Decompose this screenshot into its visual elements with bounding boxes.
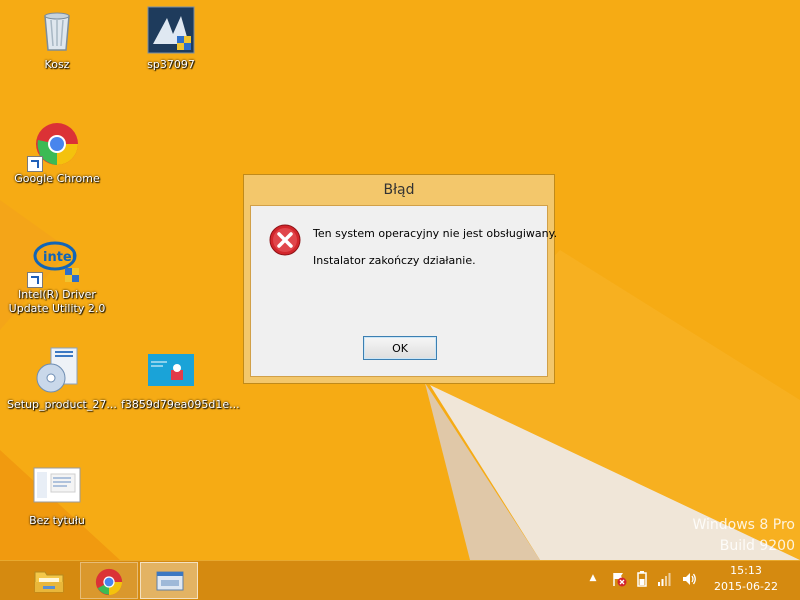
desktop-icon-label: Setup_product_27...: [7, 398, 117, 411]
desktop-icon-label-line2: Update Utility 2.0: [8, 302, 106, 315]
taskbar-button-file-explorer[interactable]: [20, 562, 78, 599]
installer-icon: [147, 6, 195, 54]
desktop-icon-label: Google Chrome: [14, 172, 100, 185]
svg-text:intel: intel: [43, 250, 76, 265]
ok-button[interactable]: OK: [363, 336, 437, 360]
clock-time: 15:13: [730, 564, 762, 577]
error-dialog: Błąd Ten system operacyjny nie jest obsł…: [243, 174, 557, 384]
intel-icon: intel: [27, 236, 81, 288]
watermark-build: Build 9200: [719, 538, 795, 554]
watermark-edition: Windows 8 Pro: [692, 517, 795, 533]
desktop-icon-label: Bez tytułu: [29, 514, 85, 527]
desktop-icon-google-chrome[interactable]: Google Chrome: [7, 120, 107, 186]
error-icon: [269, 224, 301, 256]
taskbar-clock[interactable]: 15:13 2015-06-22: [706, 563, 786, 595]
desktop-icon-label: f3859d79ea095d1e...: [121, 398, 240, 411]
action-center-flag-icon[interactable]: [611, 571, 627, 587]
taskbar: [0, 560, 800, 600]
desktop-icon-sp37097[interactable]: sp37097: [121, 6, 221, 72]
network-signal-icon[interactable]: [657, 571, 673, 587]
shortcut-arrow-icon: [27, 272, 43, 288]
taskbar-button-installer[interactable]: [140, 562, 198, 599]
setup-icon: [33, 346, 81, 394]
dialog-body: Ten system operacyjny nie jest obsługiwa…: [250, 205, 557, 377]
desktop-icon-recycle-bin[interactable]: Kosz: [7, 6, 107, 72]
image-thumbnail-icon: [147, 346, 195, 394]
dialog-title[interactable]: Błąd: [244, 175, 554, 205]
folder-icon: [34, 571, 64, 593]
show-hidden-icons-chevron[interactable]: ▲: [588, 573, 598, 583]
desktop: Kosz sp37097 Google Chrome intel Intel(R…: [0, 0, 800, 560]
desktop-icon-label: Intel(R) Driver: [18, 288, 96, 301]
desktop-icon-intel-driver-update[interactable]: intel Intel(R) Driver Update Utility 2.0: [7, 236, 107, 316]
desktop-icon-label: Kosz: [44, 58, 70, 71]
shortcut-arrow-icon: [27, 156, 43, 172]
desktop-icon-label: sp37097: [147, 58, 195, 71]
power-icon[interactable]: [634, 571, 650, 587]
desktop-icon-image-file[interactable]: f3859d79ea095d1e...: [121, 346, 240, 412]
installer-window-icon: [156, 571, 184, 591]
error-message: Ten system operacyjny nie jest obsługiwa…: [313, 227, 558, 240]
recycle-bin-icon: [33, 6, 81, 54]
error-message-detail: Instalator zakończy działanie.: [313, 254, 476, 267]
clock-date: 2015-06-22: [714, 580, 778, 593]
windows-watermark: Windows 8 Pro Build 9200: [692, 515, 795, 557]
desktop-icon-setup-product[interactable]: Setup_product_27...: [7, 346, 117, 412]
volume-icon[interactable]: [681, 571, 697, 587]
taskbar-button-google-chrome[interactable]: [80, 562, 138, 599]
desktop-icon-bez-tytulu[interactable]: Bez tytułu: [7, 462, 107, 528]
chrome-icon: [95, 568, 123, 596]
document-icon: [33, 462, 81, 510]
chrome-icon: [27, 120, 81, 172]
